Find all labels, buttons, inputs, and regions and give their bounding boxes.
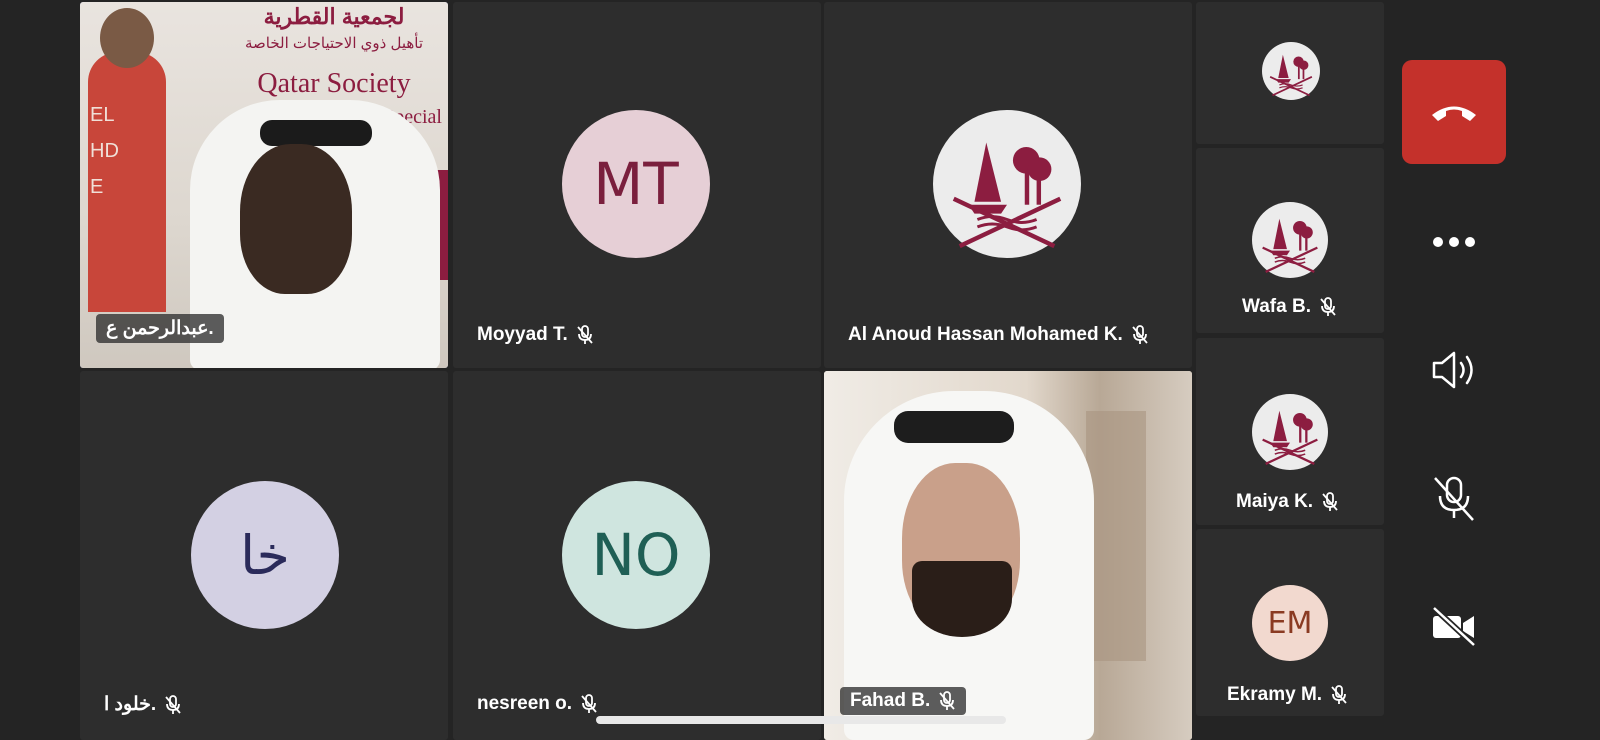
side-participant-tile-1[interactable] xyxy=(1196,2,1384,144)
background-doorframe xyxy=(1086,411,1146,661)
participant-tile-4[interactable]: خا خلود ا. xyxy=(80,371,448,740)
person-agal xyxy=(894,411,1014,443)
participant-name-label: Maiya K. xyxy=(1236,491,1339,513)
participant-name-label: Moyyad T. xyxy=(477,324,594,346)
camera-off-icon xyxy=(1431,605,1477,647)
participant-avatar: EM xyxy=(1252,585,1328,661)
participant-tile-5[interactable]: NO nesreen o. xyxy=(453,371,821,740)
shirt-print: EL HD E xyxy=(90,104,119,198)
speaker-button[interactable] xyxy=(1402,318,1506,422)
camera-button[interactable] xyxy=(1402,574,1506,678)
home-indicator[interactable] xyxy=(596,716,1006,724)
mute-button[interactable] xyxy=(1402,446,1506,550)
end-call-button[interactable] xyxy=(1402,60,1506,164)
mic-muted-icon xyxy=(1131,325,1149,345)
participant-avatar: NO xyxy=(562,481,710,629)
end-call-icon xyxy=(1432,106,1476,121)
mic-muted-icon xyxy=(1330,685,1348,705)
person-agal xyxy=(260,120,372,146)
qatar-emblem-avatar xyxy=(1262,42,1320,100)
banner-english-title: Qatar Society xyxy=(257,68,411,99)
mic-muted-icon xyxy=(164,695,182,715)
qatar-emblem-avatar xyxy=(1252,394,1328,470)
participant-tile-3[interactable]: Al Anoud Hassan Mohamed K. xyxy=(824,2,1192,368)
participant-name-label: Fahad B. xyxy=(840,687,967,715)
person-background-head xyxy=(100,8,154,68)
participant-name-label: عبدالرحمن ع. xyxy=(96,314,224,343)
mic-muted-icon xyxy=(576,325,594,345)
side-participant-tile-4[interactable]: EM Ekramy M. xyxy=(1196,529,1384,716)
participant-name-label: خلود ا. xyxy=(104,693,182,716)
mic-muted-icon xyxy=(580,694,598,714)
participant-avatar: خا xyxy=(191,481,339,629)
participant-tile-2[interactable]: MT Moyyad T. xyxy=(453,2,821,368)
more-options-button[interactable] xyxy=(1402,190,1506,294)
mic-muted-icon xyxy=(1321,492,1339,512)
qatar-emblem-avatar xyxy=(933,110,1081,258)
person-beard xyxy=(912,561,1012,637)
participant-tile-6[interactable]: Fahad B. xyxy=(824,371,1192,740)
person-face xyxy=(240,144,352,294)
participant-name-label: Wafa B. xyxy=(1242,296,1337,318)
banner-arabic-title: لجمعية القطرية xyxy=(263,4,405,29)
mic-muted-icon xyxy=(1434,476,1474,521)
mic-muted-icon xyxy=(1319,297,1337,317)
participant-avatar: MT xyxy=(562,110,710,258)
side-participant-tile-2[interactable]: Wafa B. xyxy=(1196,148,1384,333)
more-options-icon xyxy=(1433,237,1475,247)
mic-muted-icon xyxy=(938,691,956,711)
side-participant-tile-3[interactable]: Maiya K. xyxy=(1196,338,1384,525)
banner-arabic-subtitle: تأهيل ذوي الاحتياجات الخاصة xyxy=(244,35,424,52)
participant-name-label: Al Anoud Hassan Mohamed K. xyxy=(848,324,1149,346)
speaker-icon xyxy=(1432,351,1473,389)
participant-tile-1[interactable]: لجمعية القطرية تأهيل ذوي الاحتياجات الخا… xyxy=(80,2,448,368)
participant-name-label: Ekramy M. xyxy=(1227,684,1348,706)
participant-name-label: nesreen o. xyxy=(477,693,598,715)
qatar-emblem-avatar xyxy=(1252,202,1328,278)
